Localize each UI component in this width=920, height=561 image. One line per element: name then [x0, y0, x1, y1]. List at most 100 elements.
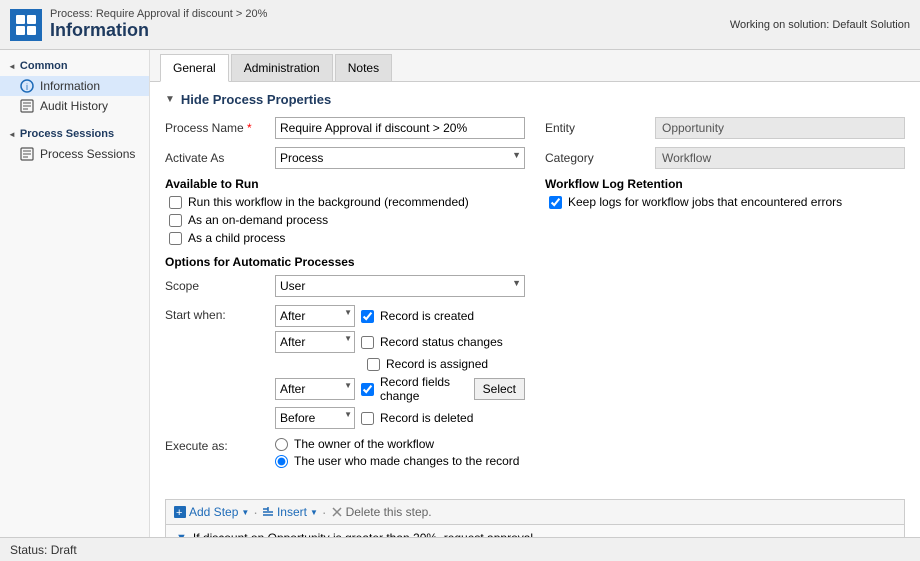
sidebar-item-information[interactable]: i Information — [0, 76, 149, 96]
step-toolbar: + Add Step ▼ · Insert ▼ · Delete this st… — [166, 500, 904, 525]
checkbox-child-input[interactable] — [169, 232, 182, 245]
entity-row: Entity Opportunity — [545, 117, 905, 139]
collapse-icon[interactable]: ▼ — [165, 94, 175, 105]
record-fields-label: Record fields change — [380, 375, 468, 403]
start-when-after-select-3[interactable]: AfterBefore — [275, 378, 355, 400]
start-when-item-0: AfterBefore Record is created — [275, 305, 525, 327]
checkbox-background: Run this workflow in the background (rec… — [165, 195, 525, 209]
tab-administration[interactable]: Administration — [231, 54, 333, 81]
record-assigned-label: Record is assigned — [386, 357, 488, 371]
form-grid: Process Name Activate As Process Process… — [165, 117, 905, 479]
sidebar-item-audit-history-label: Audit History — [40, 99, 108, 113]
add-step-button[interactable]: + Add Step ▼ — [174, 505, 249, 519]
sidebar-section-common[interactable]: Common — [0, 56, 149, 76]
start-when-item-4: BeforeAfter Record is deleted — [275, 407, 525, 429]
checkbox-background-label: Run this workflow in the background (rec… — [188, 195, 469, 209]
entity-label: Entity — [545, 121, 655, 135]
insert-button[interactable]: Insert ▼ — [262, 505, 318, 519]
category-row: Category Workflow — [545, 147, 905, 169]
scope-select[interactable]: User Business Unit Parent: Child Busines… — [275, 275, 525, 297]
add-step-icon: + — [174, 506, 186, 518]
section-header: ▼ Hide Process Properties — [165, 92, 905, 107]
checkbox-on-demand-input[interactable] — [169, 214, 182, 227]
start-when-after-select-0[interactable]: AfterBefore — [275, 305, 355, 327]
checkbox-on-demand: As an on-demand process — [165, 213, 525, 227]
start-when-items: AfterBefore Record is created — [275, 305, 525, 429]
activate-as-select[interactable]: Process Process Template — [275, 147, 525, 169]
form-left: Process Name Activate As Process Process… — [165, 117, 525, 479]
delete-label: Delete this step. — [346, 505, 432, 519]
checkbox-background-input[interactable] — [169, 196, 182, 209]
record-created-checkbox[interactable] — [361, 310, 374, 323]
sidebar-item-process-sessions-label: Process Sessions — [40, 147, 135, 161]
sidebar-section-process-sessions[interactable]: Process Sessions — [0, 124, 149, 144]
process-name-input[interactable] — [275, 117, 525, 139]
available-title: Available to Run — [165, 177, 525, 191]
execute-owner-radio[interactable] — [275, 438, 288, 451]
retention-checkbox-row: Keep logs for workflow jobs that encount… — [545, 195, 905, 209]
retention-checkbox[interactable] — [549, 196, 562, 209]
start-when-item-3: AfterBefore Record fields change Select — [275, 375, 525, 403]
checkbox-child-label: As a child process — [188, 231, 285, 245]
execute-as-label: Execute as: — [165, 437, 275, 453]
execute-owner-label: The owner of the workflow — [294, 437, 434, 451]
svg-text:+: + — [176, 507, 182, 518]
sidebar-item-audit-history[interactable]: Audit History — [0, 96, 149, 116]
delete-icon — [331, 506, 343, 518]
scope-label: Scope — [165, 279, 275, 293]
toolbar-sep-1: · — [253, 504, 258, 520]
options-section: Options for Automatic Processes Scope Us… — [165, 255, 525, 471]
entity-value: Opportunity — [655, 117, 905, 139]
execute-user-radio[interactable] — [275, 455, 288, 468]
process-app-icon — [10, 9, 42, 41]
execute-as-row: Execute as: The owner of the workflow Th… — [165, 437, 525, 471]
toolbar-sep-2: · — [322, 504, 327, 520]
checkbox-on-demand-label: As an on-demand process — [188, 213, 328, 227]
process-name-label: Process Name — [165, 121, 275, 135]
sidebar: Common i Information Audit History Proce… — [0, 50, 150, 537]
retention-section: Workflow Log Retention Keep logs for wor… — [545, 177, 905, 209]
step-area: + Add Step ▼ · Insert ▼ · Delete this st… — [165, 499, 905, 537]
add-step-label: Add Step — [189, 505, 238, 519]
insert-label: Insert — [277, 505, 307, 519]
record-assigned-checkbox[interactable] — [367, 358, 380, 371]
header-title: Information — [50, 20, 267, 41]
start-when-item-2: Record is assigned — [275, 357, 525, 371]
activate-as-label: Activate As — [165, 151, 275, 165]
scope-row: Scope User Business Unit Parent: Child B… — [165, 275, 525, 297]
tab-general[interactable]: General — [160, 54, 229, 82]
svg-text:i: i — [26, 82, 28, 92]
activate-as-row: Activate As Process Process Template — [165, 147, 525, 169]
record-created-label: Record is created — [380, 309, 474, 323]
sidebar-item-information-label: Information — [40, 79, 100, 93]
step-condition-text: If discount on Opportunity is greater th… — [193, 531, 533, 537]
sidebar-item-process-sessions[interactable]: Process Sessions — [0, 144, 149, 164]
delete-step-button[interactable]: Delete this step. — [331, 505, 432, 519]
select-fields-button[interactable]: Select — [474, 378, 525, 400]
process-name-row: Process Name — [165, 117, 525, 139]
add-step-arrow: ▼ — [241, 508, 249, 517]
execute-user-row: The user who made changes to the record — [275, 454, 519, 468]
record-deleted-label: Record is deleted — [380, 411, 473, 425]
insert-icon — [262, 506, 274, 518]
status-bar: Status: Draft — [0, 537, 920, 561]
start-when-row: Start when: AfterBefore — [165, 305, 525, 429]
tab-notes[interactable]: Notes — [335, 54, 392, 81]
checkbox-child: As a child process — [165, 231, 525, 245]
step-condition-item: ▼ If discount on Opportunity is greater … — [166, 525, 904, 537]
section-title: Hide Process Properties — [181, 92, 331, 107]
main-layout: Common i Information Audit History Proce… — [0, 50, 920, 537]
record-deleted-checkbox[interactable] — [361, 412, 374, 425]
record-status-checkbox[interactable] — [361, 336, 374, 349]
header-titles: Process: Require Approval if discount > … — [50, 8, 267, 41]
start-when-after-select-1[interactable]: AfterBefore — [275, 331, 355, 353]
before-select[interactable]: BeforeAfter — [275, 407, 355, 429]
header-left: Process: Require Approval if discount > … — [10, 8, 267, 41]
start-when-item-1: AfterBefore Record status changes — [275, 331, 525, 353]
form-content: ▼ Hide Process Properties Process Name A… — [150, 82, 920, 489]
record-fields-checkbox[interactable] — [361, 383, 374, 396]
available-to-run-section: Available to Run Run this workflow in th… — [165, 177, 525, 245]
step-expand-icon[interactable]: ▼ — [176, 532, 187, 537]
retention-title: Workflow Log Retention — [545, 177, 905, 191]
execute-user-label: The user who made changes to the record — [294, 454, 519, 468]
